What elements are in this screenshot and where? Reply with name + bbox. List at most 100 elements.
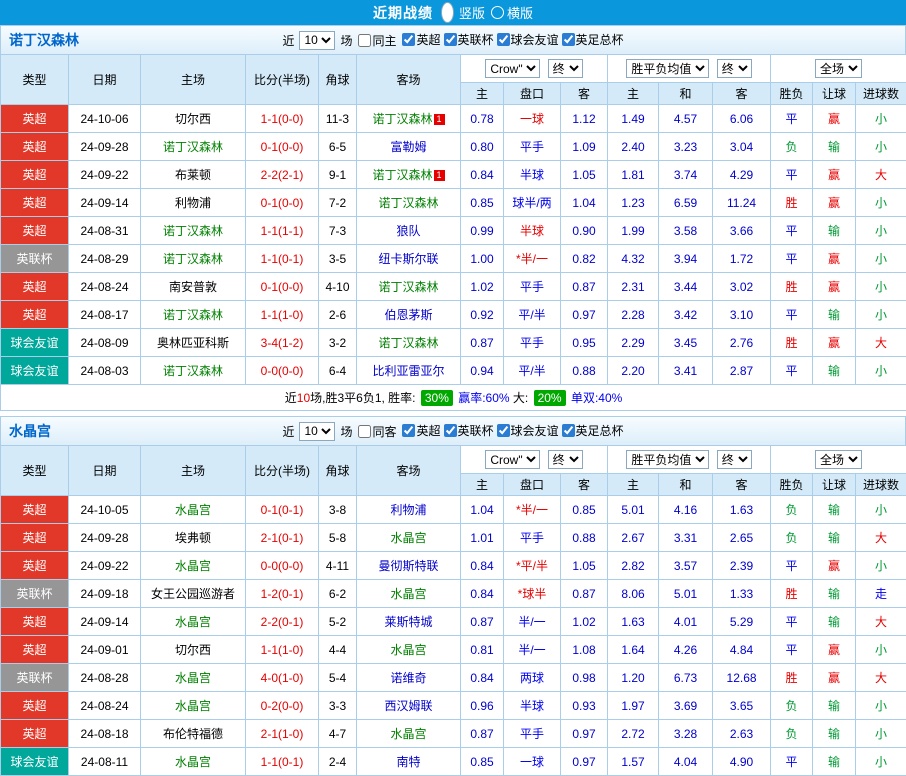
cell-asian-home-odds: 0.84 [461,161,504,189]
league-filters: 英超英联杯球会友谊英足总杯 [399,31,623,49]
league-filter[interactable]: 英足总杯 [562,422,624,439]
cell-away-team[interactable]: 水晶宫 [357,580,461,608]
asian-odds-header: Crow" 终 [461,55,608,83]
league-filter[interactable]: 英足总杯 [562,31,624,48]
match-count-select[interactable]: 10 [299,422,335,441]
cell-home-team[interactable]: 利物浦 [141,189,246,217]
cell-score[interactable]: 0-2(0-0) [246,692,319,720]
league-filter[interactable]: 英超 [402,422,440,439]
cell-score[interactable]: 0-1(0-0) [246,133,319,161]
cell-away-team[interactable]: 西汉姆联 [357,692,461,720]
league-checkbox[interactable] [402,424,415,437]
cell-score[interactable]: 0-0(0-0) [246,552,319,580]
cell-score[interactable]: 1-1(1-0) [246,636,319,664]
cell-home-team[interactable]: 水晶宫 [141,552,246,580]
odds-time-select[interactable]: 终 [548,450,583,469]
layout-radio-horizontal[interactable]: 横版 [491,3,533,22]
euro-odds-select[interactable]: 胜平负均值 [626,450,709,469]
cell-home-team[interactable]: 女王公园巡游者 [141,580,246,608]
cell-home-team[interactable]: 诺丁汉森林 [141,301,246,329]
cell-home-team[interactable]: 埃弗顿 [141,524,246,552]
cell-score[interactable]: 1-1(0-0) [246,105,319,133]
same-venue-checkbox[interactable] [358,425,371,438]
cell-away-team[interactable]: 狼队 [357,217,461,245]
cell-away-team[interactable]: 利物浦 [357,496,461,524]
scope-select[interactable]: 全场 [815,59,862,78]
cell-home-team[interactable]: 水晶宫 [141,748,246,776]
layout-radio-vertical[interactable]: 竖版 [439,2,485,23]
cell-home-team[interactable]: 水晶宫 [141,496,246,524]
cell-away-team[interactable]: 南特 [357,748,461,776]
cell-away-team[interactable]: 水晶宫 [357,524,461,552]
euro-time-select[interactable]: 终 [717,59,752,78]
cell-score[interactable]: 1-1(1-0) [246,301,319,329]
league-checkbox[interactable] [497,33,510,46]
league-checkbox[interactable] [444,424,457,437]
odds-time-select[interactable]: 终 [548,59,583,78]
cell-home-team[interactable]: 诺丁汉森林 [141,133,246,161]
cell-home-team[interactable]: 切尔西 [141,636,246,664]
match-count-select[interactable]: 10 [299,31,335,50]
cell-score[interactable]: 1-1(0-1) [246,245,319,273]
cell-away-team[interactable]: 富勒姆 [357,133,461,161]
league-checkbox[interactable] [402,33,415,46]
cell-away-team[interactable]: 比利亚雷亚尔 [357,357,461,385]
cell-home-team[interactable]: 奥林匹亚科斯 [141,329,246,357]
cell-home-team[interactable]: 布伦特福德 [141,720,246,748]
cell-home-team[interactable]: 诺丁汉森林 [141,245,246,273]
cell-away-team[interactable]: 纽卡斯尔联 [357,245,461,273]
cell-score[interactable]: 1-2(0-1) [246,580,319,608]
league-filter[interactable]: 球会友谊 [497,31,559,48]
same-venue-checkbox[interactable] [358,34,371,47]
cell-score[interactable]: 0-1(0-0) [246,189,319,217]
scope-select[interactable]: 全场 [815,450,862,469]
cell-away-team[interactable]: 水晶宫 [357,720,461,748]
league-checkbox[interactable] [444,33,457,46]
cell-score[interactable]: 2-1(1-0) [246,720,319,748]
cell-home-team[interactable]: 水晶宫 [141,608,246,636]
league-checkbox[interactable] [497,424,510,437]
cell-home-team[interactable]: 水晶宫 [141,664,246,692]
same-venue-filter[interactable]: 同主 [358,32,396,49]
cell-league: 英超 [1,133,69,161]
cell-home-team[interactable]: 布莱顿 [141,161,246,189]
league-filter[interactable]: 球会友谊 [497,422,559,439]
cell-asian-away-odds: 1.05 [561,552,608,580]
cell-away-team[interactable]: 水晶宫 [357,636,461,664]
cell-away-team[interactable]: 伯恩茅斯 [357,301,461,329]
same-venue-filter[interactable]: 同客 [358,423,396,440]
cell-score[interactable]: 0-1(0-1) [246,496,319,524]
cell-home-team[interactable]: 诺丁汉森林 [141,217,246,245]
league-filter[interactable]: 英联杯 [444,31,494,48]
cell-home-team[interactable]: 水晶宫 [141,692,246,720]
odds-company-select[interactable]: Crow" [485,59,540,78]
cell-away-team[interactable]: 诺丁汉森林 [357,273,461,301]
cell-away-team[interactable]: 诺丁汉森林1 [357,105,461,133]
cell-score[interactable]: 1-1(1-1) [246,217,319,245]
cell-score[interactable]: 2-2(2-1) [246,161,319,189]
league-checkbox[interactable] [562,424,575,437]
odds-company-select[interactable]: Crow" [485,450,540,469]
cell-score[interactable]: 2-1(0-1) [246,524,319,552]
cell-home-team[interactable]: 诺丁汉森林 [141,357,246,385]
cell-score[interactable]: 0-0(0-0) [246,357,319,385]
cell-away-team[interactable]: 诺维奇 [357,664,461,692]
cell-score[interactable]: 2-2(0-1) [246,608,319,636]
cell-home-team[interactable]: 南安普敦 [141,273,246,301]
cell-away-team[interactable]: 诺丁汉森林1 [357,161,461,189]
league-filter[interactable]: 英超 [402,31,440,48]
cell-away-team[interactable]: 曼彻斯特联 [357,552,461,580]
cell-home-team[interactable]: 切尔西 [141,105,246,133]
cell-away-team[interactable]: 莱斯特城 [357,608,461,636]
cell-away-team[interactable]: 诺丁汉森林 [357,189,461,217]
cell-score[interactable]: 0-1(0-0) [246,273,319,301]
euro-odds-select[interactable]: 胜平负均值 [626,59,709,78]
league-checkbox[interactable] [562,33,575,46]
cell-score[interactable]: 4-0(1-0) [246,664,319,692]
cell-away-team[interactable]: 诺丁汉森林 [357,329,461,357]
cell-score[interactable]: 3-4(1-2) [246,329,319,357]
league-filter[interactable]: 英联杯 [444,422,494,439]
cell-score[interactable]: 1-1(0-1) [246,748,319,776]
cell-handicap-result: 赢 [813,329,856,357]
euro-time-select[interactable]: 终 [717,450,752,469]
